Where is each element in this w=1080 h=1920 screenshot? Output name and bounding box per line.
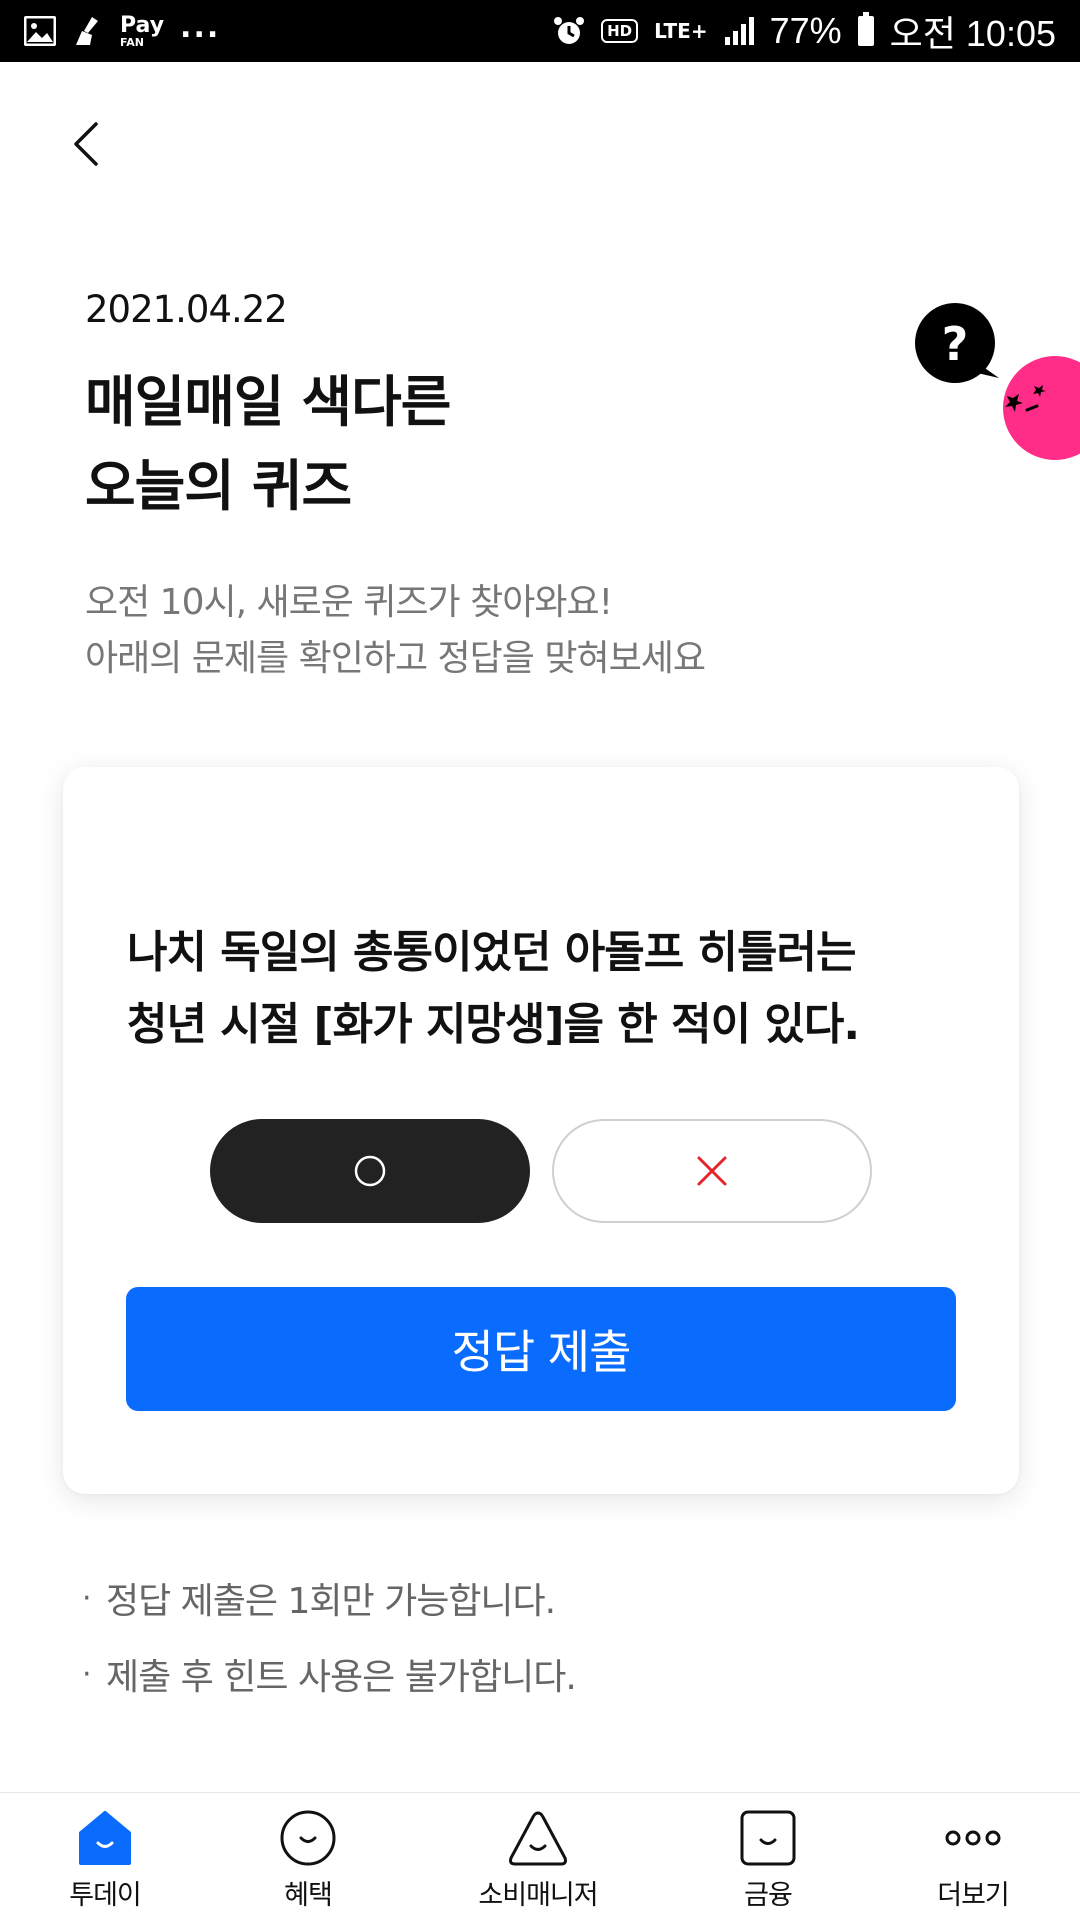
x-mark-icon <box>697 1156 727 1186</box>
note-text: 정답 제출은 1회만 가능합니다. <box>106 1581 556 1622</box>
lte-indicator: LTE+ <box>654 19 708 43</box>
o-mark-icon <box>354 1155 386 1187</box>
home-smile-icon <box>75 1807 135 1869</box>
signal-icon <box>724 17 754 45</box>
pay-icon: Pay FAN <box>120 12 165 49</box>
page-subtitle: 오전 10시, 새로운 퀴즈가 찾아와요! 아래의 문제를 확인하고 정답을 맞… <box>85 575 706 687</box>
title-line-1: 매일매일 색다른 <box>85 370 451 434</box>
bullet-icon: · <box>82 1656 92 1692</box>
svg-text:?: ? <box>942 317 969 371</box>
alarm-icon <box>553 15 585 47</box>
question-line-1: 나치 독일의 총통이었던 아돌프 히틀러는 <box>127 927 856 978</box>
status-bar: Pay FAN ... HD LTE+ 77% 오전 10:05 <box>0 0 1080 62</box>
note-item: · 제출 후 힌트 사용은 불가합니다. <box>82 1636 577 1712</box>
status-left: Pay FAN ... <box>24 10 220 49</box>
subtitle-line-2: 아래의 문제를 확인하고 정답을 맞혀보세요 <box>85 638 706 679</box>
nav-item-benefits[interactable]: 혜택 <box>228 1807 388 1917</box>
battery-percent: 77% <box>769 10 842 51</box>
nav-item-today[interactable]: 투데이 <box>25 1807 185 1917</box>
more-dots-icon <box>943 1807 1003 1869</box>
bullet-icon: · <box>82 1580 92 1616</box>
nav-label: 소비매니저 <box>478 1880 598 1911</box>
circle-smile-icon <box>278 1807 338 1869</box>
cleaner-icon <box>72 15 104 47</box>
status-right: HD LTE+ 77% 오전 10:05 <box>553 5 1056 57</box>
question-line-2: 청년 시절 [화가 지망생]을 한 적이 있다. <box>127 999 860 1050</box>
nav-item-spending-manager[interactable]: 소비매니저 <box>458 1807 618 1917</box>
back-button[interactable] <box>62 112 110 176</box>
page-title: 매일매일 색다른 오늘의 퀴즈 <box>85 360 451 528</box>
screen: Pay FAN ... HD LTE+ 77% 오전 10:05 2021.04… <box>0 0 1080 1920</box>
gallery-icon <box>24 16 56 46</box>
nav-label: 금융 <box>744 1880 793 1911</box>
quiz-notes: · 정답 제출은 1회만 가능합니다. · 제출 후 힌트 사용은 불가합니다. <box>82 1560 577 1712</box>
more-notifications: ... <box>180 9 221 45</box>
quiz-card: 나치 독일의 총통이었던 아돌프 히틀러는 청년 시절 [화가 지망생]을 한 … <box>63 767 1019 1494</box>
battery-icon <box>857 12 874 46</box>
title-line-2: 오늘의 퀴즈 <box>85 454 352 518</box>
bottom-nav: 투데이 혜택 소비매니저 금융 더보기 <box>0 1792 1080 1920</box>
quiz-date: 2021.04.22 <box>85 288 288 331</box>
note-text: 제출 후 힌트 사용은 불가합니다. <box>106 1657 577 1698</box>
nav-label: 투데이 <box>69 1880 142 1911</box>
square-smile-icon <box>738 1807 798 1869</box>
subtitle-line-1: 오전 10시, 새로운 퀴즈가 찾아와요! <box>85 582 613 623</box>
submit-answer-button[interactable]: 정답 제출 <box>126 1287 956 1411</box>
hd-voice-badge: HD <box>601 19 639 43</box>
answer-o-button[interactable] <box>210 1119 530 1223</box>
quiz-question: 나치 독일의 총통이었던 아돌프 히틀러는 청년 시절 [화가 지망생]을 한 … <box>127 917 967 1061</box>
nav-item-finance[interactable]: 금융 <box>688 1807 848 1917</box>
answer-x-button[interactable] <box>552 1119 872 1223</box>
nav-item-more[interactable]: 더보기 <box>893 1807 1053 1917</box>
triangle-smile-icon <box>505 1807 571 1869</box>
note-item: · 정답 제출은 1회만 가능합니다. <box>82 1560 576 1636</box>
nav-label: 혜택 <box>284 1880 333 1911</box>
clock: 오전 10:05 <box>889 13 1056 54</box>
nav-label: 더보기 <box>937 1880 1010 1911</box>
quiz-mascot-icon: ? <box>915 303 1080 460</box>
chevron-left-icon <box>74 122 98 166</box>
